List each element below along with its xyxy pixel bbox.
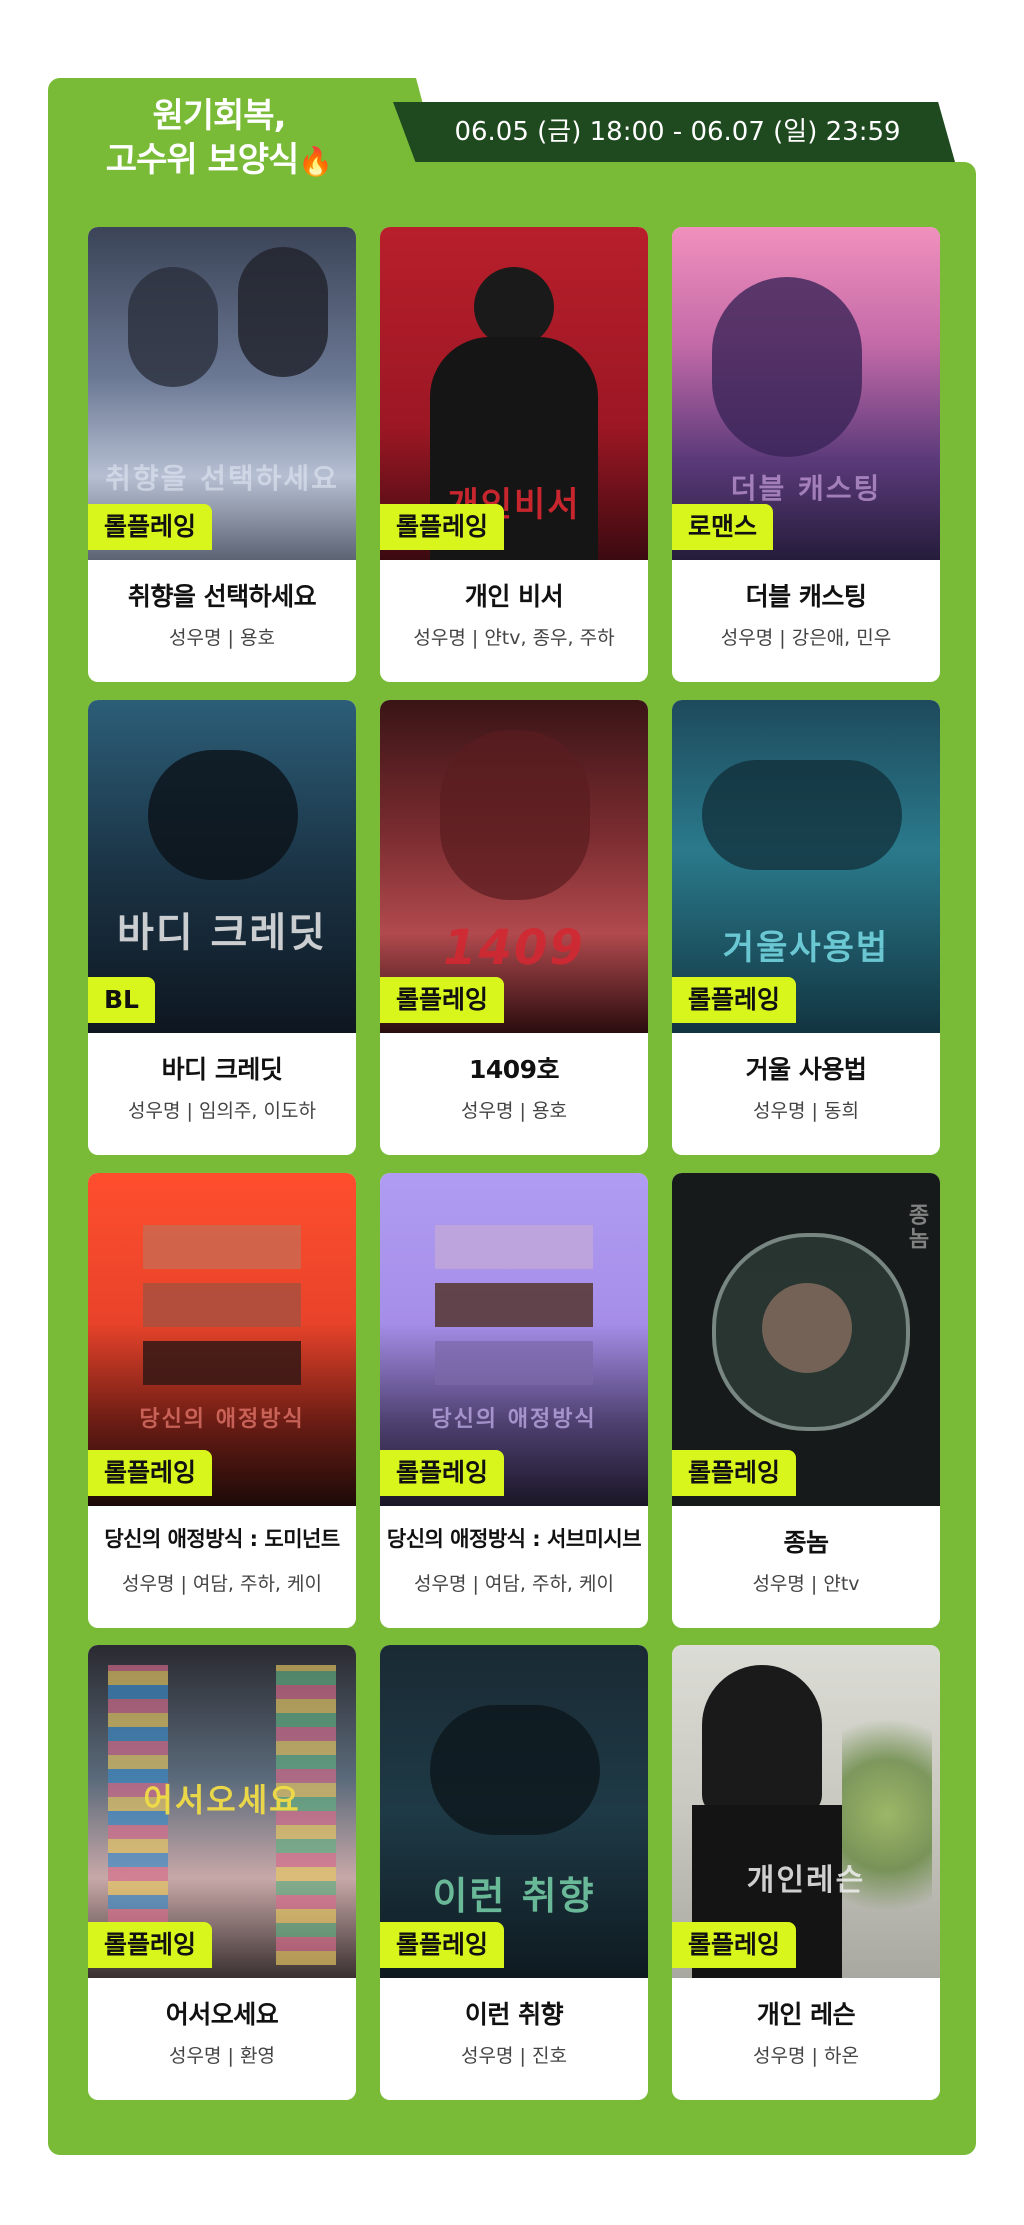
poster-title: 어서오세요 <box>143 1781 301 1819</box>
genre-badge: 롤플레잉 <box>88 1450 213 1496</box>
card-item[interactable]: 바디 크레딧 BL 바디 크레딧 성우명 | 임의주, 이도하 <box>88 700 356 1155</box>
poster-title: 당신의 애정방식 <box>431 1407 597 1432</box>
genre-badge: 롤플레잉 <box>380 1450 505 1496</box>
event-title-line2: 고수위 보양식🔥 <box>64 138 374 184</box>
card-item[interactable]: 취향을 선택하세요 롤플레잉 취향을 선택하세요 성우명 | 용호 <box>88 227 356 682</box>
card-item[interactable]: 거울사용법 롤플레잉 거울 사용법 성우명 | 동희 <box>672 700 940 1155</box>
voice-actors: 성우명 | 얀tv, 종우, 주하 <box>413 627 615 649</box>
genre-badge: 롤플레잉 <box>380 1922 505 1968</box>
genre-badge: 롤플레잉 <box>88 504 213 550</box>
voice-actors: 성우명 | 여담, 주하, 케이 <box>414 1573 614 1595</box>
poster-title: 거울사용법 <box>722 928 890 968</box>
card-item[interactable]: 1409 롤플레잉 1409호 성우명 | 용호 <box>380 700 648 1155</box>
genre-badge: BL <box>88 977 155 1023</box>
poster-title: 종놈 <box>904 1203 929 1251</box>
fire-icon: 🔥 <box>298 145 333 178</box>
card-title: 당신의 애정방식 : 서브미시브 <box>386 1527 642 1551</box>
genre-badge: 롤플레잉 <box>672 977 797 1023</box>
poster-title: 취향을 선택하세요 <box>105 462 339 495</box>
card-item[interactable]: 이런 취향 롤플레잉 이런 취향 성우명 | 진호 <box>380 1645 648 2100</box>
card-title: 더블 캐스팅 <box>745 582 867 611</box>
voice-actors: 성우명 | 여담, 주하, 케이 <box>122 1573 322 1595</box>
card-title: 종놈 <box>783 1528 829 1557</box>
poster-title: 1409 <box>443 920 585 976</box>
card-item[interactable]: 개인비서 롤플레잉 개인 비서 성우명 | 얀tv, 종우, 주하 <box>380 227 648 682</box>
voice-actors: 성우명 | 얀tv <box>752 1573 860 1595</box>
card-title: 취향을 선택하세요 <box>127 582 317 611</box>
card-item[interactable]: 어서오세요 롤플레잉 어서오세요 성우명 | 환영 <box>88 1645 356 2100</box>
event-title: 원기회복, 고수위 보양식🔥 <box>64 94 374 184</box>
genre-badge: 롤플레잉 <box>672 1922 797 1968</box>
card-title: 바디 크레딧 <box>161 1055 283 1084</box>
card-item[interactable]: 당신의 애정방식 롤플레잉 당신의 애정방식 : 도미넌트 성우명 | 여담, … <box>88 1173 356 1628</box>
card-title: 어서오세요 <box>165 2000 279 2029</box>
card-title: 당신의 애정방식 : 도미넌트 <box>104 1527 340 1551</box>
poster-title: 더블 캐스팅 <box>730 472 882 505</box>
voice-actors: 성우명 | 진호 <box>461 2045 567 2067</box>
event-title-line2-text: 고수위 보양식 <box>105 140 300 180</box>
voice-actors: 성우명 | 환영 <box>169 2045 275 2067</box>
card-title: 개인 레슨 <box>756 2000 856 2029</box>
voice-actors: 성우명 | 강은애, 민우 <box>720 627 892 649</box>
voice-actors: 성우명 | 동희 <box>753 1100 859 1122</box>
event-title-line1: 원기회복, <box>152 96 286 136</box>
card-title: 1409호 <box>468 1055 560 1084</box>
voice-actors: 성우명 | 임의주, 이도하 <box>128 1100 316 1122</box>
genre-badge: 롤플레잉 <box>380 504 505 550</box>
poster-title: 개인레슨 <box>746 1863 866 1898</box>
genre-badge: 롤플레잉 <box>672 1450 797 1496</box>
genre-badge: 롤플레잉 <box>88 1922 213 1968</box>
genre-badge: 롤플레잉 <box>380 977 505 1023</box>
poster-title: 바디 크레딧 <box>117 910 327 956</box>
voice-actors: 성우명 | 용호 <box>461 1100 567 1122</box>
card-title: 거울 사용법 <box>745 1055 867 1084</box>
card-title: 개인 비서 <box>464 582 564 611</box>
voice-actors: 성우명 | 용호 <box>169 627 275 649</box>
card-item[interactable]: 종놈 롤플레잉 종놈 성우명 | 얀tv <box>672 1173 940 1628</box>
card-item[interactable]: 개인레슨 롤플레잉 개인 레슨 성우명 | 하온 <box>672 1645 940 2100</box>
poster-title: 당신의 애정방식 <box>139 1407 305 1432</box>
event-date-range: 06.05 (금) 18:00 - 06.07 (일) 23:59 <box>454 117 901 147</box>
card-item[interactable]: 더블 캐스팅 로맨스 더블 캐스팅 성우명 | 강은애, 민우 <box>672 227 940 682</box>
poster-title: 이런 취향 <box>432 1874 596 1918</box>
voice-actors: 성우명 | 하온 <box>753 2045 859 2067</box>
genre-badge: 로맨스 <box>672 504 774 550</box>
card-title: 이런 취향 <box>464 2000 564 2029</box>
card-item[interactable]: 당신의 애정방식 롤플레잉 당신의 애정방식 : 서브미시브 성우명 | 여담,… <box>380 1173 648 1628</box>
